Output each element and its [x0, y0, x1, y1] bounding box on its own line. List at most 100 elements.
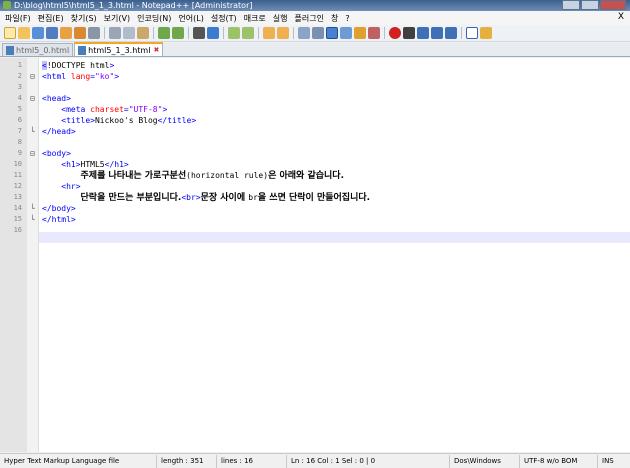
- line-number: 13: [13, 193, 22, 201]
- sync-horizontal-icon[interactable]: [277, 27, 289, 39]
- show-all-characters-icon[interactable]: [312, 27, 324, 39]
- close-all-icon[interactable]: [74, 27, 86, 39]
- redo-icon[interactable]: [172, 27, 184, 39]
- code-token-kor: 문장 사이에: [200, 193, 249, 203]
- fold-margin[interactable]: [27, 58, 39, 452]
- line-number: 15: [13, 215, 22, 223]
- fold-end-icon: └: [30, 127, 35, 136]
- code-token-txt: Nickoo's Blog: [94, 116, 158, 125]
- code-token-kor: 은 아래와 같습니다.: [268, 171, 344, 181]
- code-token-txt: (horizontal rule): [186, 171, 269, 180]
- menu-macro[interactable]: 매크로: [244, 13, 266, 24]
- close-icon[interactable]: [60, 27, 72, 39]
- maximize-button[interactable]: [581, 0, 599, 10]
- playback-macro-icon[interactable]: [417, 27, 429, 39]
- indent-guide-icon[interactable]: [326, 27, 338, 39]
- code-token-tag: </head>: [42, 127, 76, 136]
- save-macro-icon[interactable]: [445, 27, 457, 39]
- copy-icon[interactable]: [123, 27, 135, 39]
- paste-icon[interactable]: [137, 27, 149, 39]
- close-window-button[interactable]: [600, 0, 626, 10]
- function-list-icon[interactable]: [354, 27, 366, 39]
- fold-toggle-icon[interactable]: ⊟: [30, 93, 38, 104]
- minimize-button[interactable]: [562, 0, 580, 10]
- run-macro-multiple-icon[interactable]: [431, 27, 443, 39]
- status-length: length : 351: [157, 454, 217, 468]
- code-token-tag: </body>: [42, 204, 76, 213]
- fold-toggle-icon[interactable]: ⊟: [30, 148, 38, 159]
- line-number: 6: [17, 116, 22, 124]
- code-text: 주제를 나타내는 가로구분선(horizontal rule)은 아래와 같습니…: [42, 170, 344, 182]
- menu-view[interactable]: 보기(V): [104, 13, 130, 24]
- code-text: <title>Nickoo's Blog</title>: [42, 115, 196, 126]
- menu-edit[interactable]: 편집(E): [38, 13, 64, 24]
- plugin-icon[interactable]: [480, 27, 492, 39]
- code-text: 단락을 만드는 부분입니다.<br>문장 사이에 br을 쓰면 단락이 만들어집…: [42, 192, 371, 204]
- replace-icon[interactable]: [207, 27, 219, 39]
- code-token-tag: <html: [42, 72, 71, 81]
- print-icon[interactable]: [88, 27, 100, 39]
- save-all-icon[interactable]: [46, 27, 58, 39]
- menu-search[interactable]: 찾기(S): [71, 13, 97, 24]
- line-number: 3: [17, 83, 22, 91]
- line-number: 2: [17, 72, 22, 80]
- status-filetype: Hyper Text Markup Language file: [0, 454, 157, 468]
- code-text: <h1>HTML5</h1>: [42, 159, 128, 170]
- document-map-icon[interactable]: [340, 27, 352, 39]
- toolbar-separator: [384, 27, 385, 39]
- line-number: 1: [17, 61, 22, 69]
- folder-workspace-icon[interactable]: [368, 27, 380, 39]
- menu-file[interactable]: 파일(F): [5, 13, 31, 24]
- code-token-val: "ko": [95, 72, 115, 81]
- toolbar-separator: [461, 27, 462, 39]
- code-token-attr: lang: [70, 72, 91, 81]
- tab-close-icon[interactable]: ✖: [153, 46, 159, 54]
- menu-help[interactable]: ?: [345, 14, 349, 23]
- code-token-txt: HTML5: [80, 160, 105, 169]
- sync-vertical-icon[interactable]: [263, 27, 275, 39]
- code-token-tag: <hr>: [61, 182, 81, 191]
- spell-check-icon[interactable]: [466, 27, 478, 39]
- save-icon[interactable]: [32, 27, 44, 39]
- find-icon[interactable]: [193, 27, 205, 39]
- close-document-button[interactable]: X: [618, 12, 624, 22]
- code-token-tag: <body>: [42, 149, 71, 158]
- fold-toggle-icon[interactable]: ⊟: [30, 71, 38, 82]
- undo-icon[interactable]: [158, 27, 170, 39]
- menu-window[interactable]: 창: [331, 13, 338, 24]
- menu-settings[interactable]: 설정(T): [211, 13, 237, 24]
- code-token-tag: <meta: [61, 105, 91, 114]
- menu-plugins[interactable]: 플러그인: [295, 13, 324, 24]
- menu-bar: 파일(F) 편집(E) 찾기(S) 보기(V) 인코딩(N) 언어(L) 설정(…: [0, 11, 630, 25]
- window-controls: [562, 0, 626, 10]
- menu-encoding[interactable]: 인코딩(N): [137, 13, 171, 24]
- cut-icon[interactable]: [109, 27, 121, 39]
- new-file-icon[interactable]: [4, 27, 16, 39]
- toolbar: [0, 25, 630, 42]
- toolbar-separator: [153, 27, 154, 39]
- code-editor[interactable]: 1 <!DOCTYPE html> 2 ⊟ <html lang="ko"> 3 4 ⊟ <he…: [0, 58, 630, 452]
- code-token-tag: <title>: [61, 116, 95, 125]
- tab-label: html5_0.html: [16, 45, 70, 55]
- fold-end-icon: └: [30, 215, 35, 224]
- code-text: <html lang="ko">: [42, 71, 119, 82]
- line-number: 9: [17, 149, 22, 157]
- code-token-txt: br: [248, 193, 258, 202]
- word-wrap-icon[interactable]: [298, 27, 310, 39]
- record-macro-icon[interactable]: [389, 27, 401, 39]
- code-text: </html>: [42, 214, 76, 225]
- menu-language[interactable]: 언어(L): [178, 13, 203, 24]
- current-line-highlight: [39, 232, 630, 243]
- code-token-attr: charset: [90, 105, 124, 114]
- zoom-in-icon[interactable]: [228, 27, 240, 39]
- menu-run[interactable]: 실행: [273, 13, 288, 24]
- zoom-out-icon[interactable]: [242, 27, 254, 39]
- open-file-icon[interactable]: [18, 27, 30, 39]
- code-text: <hr>: [42, 181, 81, 192]
- tab-html5-0[interactable]: html5_0.html: [2, 43, 74, 56]
- tab-html5-1-3[interactable]: html5_1_3.html ✖: [74, 42, 164, 56]
- stop-macro-icon[interactable]: [403, 27, 415, 39]
- code-token-tag: <h1>: [61, 160, 81, 169]
